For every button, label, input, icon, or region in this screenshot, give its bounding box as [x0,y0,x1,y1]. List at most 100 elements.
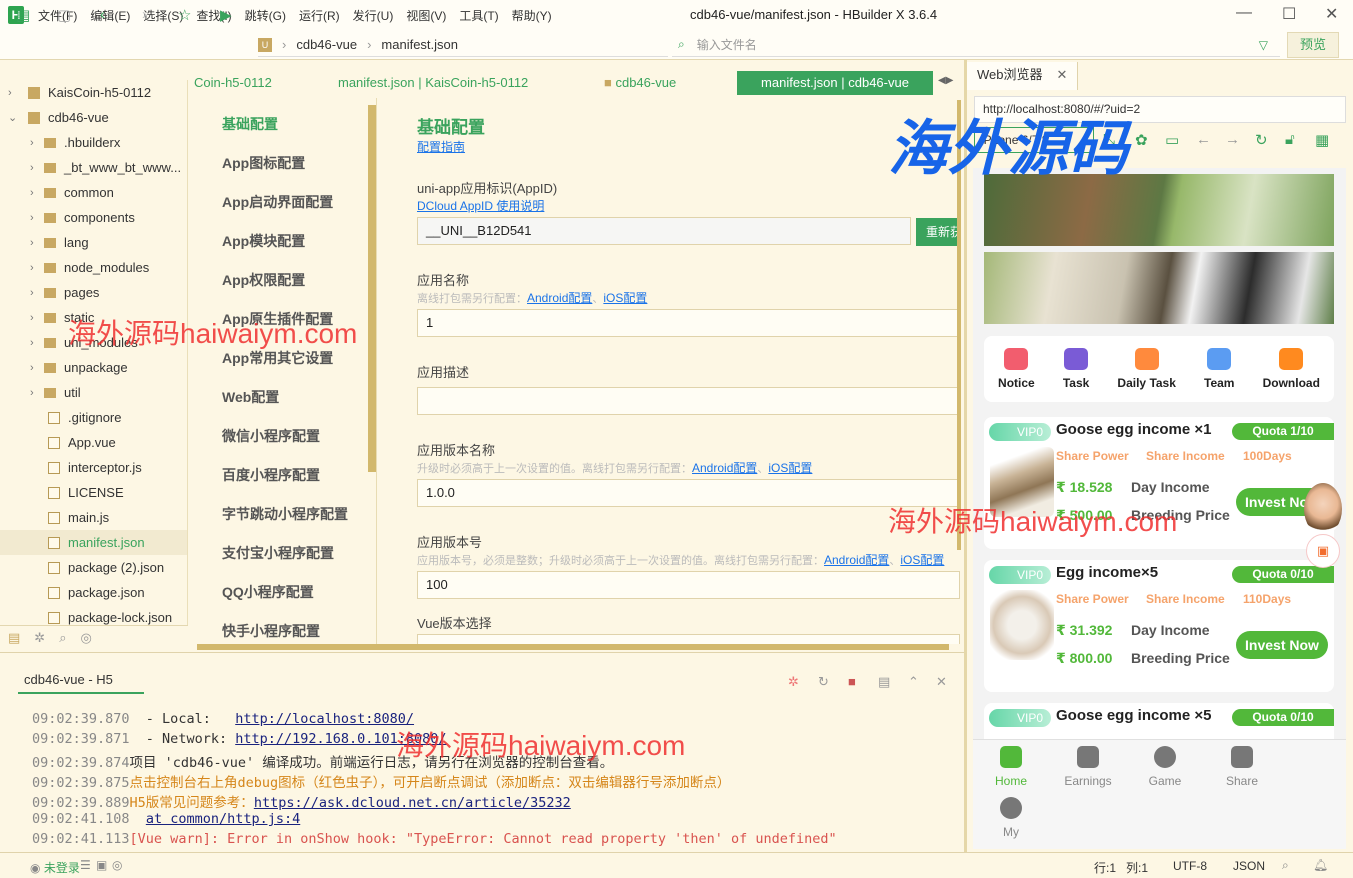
tree-item[interactable]: › lang [0,230,187,255]
customer-service-avatar[interactable] [1304,483,1342,535]
settings-nav-item[interactable]: 微信小程序配置 [197,417,367,456]
gift-box-icon[interactable]: ▣ [1306,534,1340,568]
menu-item[interactable]: 运行(R) [299,7,340,24]
horizontal-scrollbar[interactable] [197,644,949,650]
quick-menu-item[interactable]: Daily Task [1117,348,1176,390]
close-tab-icon[interactable]: ✕ [1057,67,1068,82]
back-icon[interactable]: ← [1196,131,1211,148]
maximize-button[interactable]: ☐ [1282,4,1296,24]
save-icon[interactable]: ▢ [57,6,71,24]
tree-item[interactable]: › util [0,380,187,405]
tree-item[interactable]: › KaisCoin-h5-0112 [0,80,187,105]
log-link[interactable]: http://192.168.0.101:8080/ [235,731,446,747]
settings-nav-item[interactable]: App启动界面配置 [197,183,367,222]
tab-manifest-cdb46-active[interactable]: manifest.json | cdb46-vue [737,71,933,95]
tree-item[interactable]: › components [0,205,187,230]
settings-nav-item[interactable]: QQ小程序配置 [197,573,367,612]
tab-web-browser[interactable]: Web浏览器 ✕ [967,62,1078,90]
menu-item[interactable]: 发行(U) [353,7,394,24]
chevron-icon[interactable]: ⌄ [8,111,22,124]
vertical-scrollbar[interactable] [957,100,961,550]
settings-icon[interactable]: ✿ [1135,131,1148,149]
tab-share[interactable]: Share [1212,742,1272,788]
ios-config-link[interactable]: iOS配置 [900,553,944,567]
tab-home[interactable]: Home [981,742,1041,788]
guide-link[interactable]: 配置指南 [417,140,465,154]
settings-nav-item[interactable]: App原生插件配置 [197,300,367,339]
tree-item[interactable]: App.vue [0,430,187,455]
settings-nav-item[interactable]: App常用其它设置 [197,339,367,378]
language-mode[interactable]: JSON [1233,859,1265,873]
file-search-input[interactable]: ⌕ 输入文件名 ▽ [672,33,1280,57]
plugin-icon[interactable]: ◎ [112,858,122,872]
renew-appid-button[interactable]: 重新获取 [916,218,960,246]
search-view-icon[interactable]: ⌕ [59,630,66,646]
settings-nav-item[interactable]: 字节跳动小程序配置 [197,495,367,534]
chevron-icon[interactable]: › [30,162,44,174]
tree-item[interactable]: › uni_modules [0,330,187,355]
collapse-icon[interactable]: ⌃ [908,674,919,690]
tree-item[interactable]: interceptor.js [0,455,187,480]
debug-bug-icon[interactable]: ✲ [788,674,799,690]
project-view-icon[interactable]: ▤ [8,630,20,646]
url-input[interactable]: http://localhost:8080/#/?uid=2 [974,96,1346,123]
banner-image-sheep-cows[interactable] [984,252,1334,324]
settings-nav-item[interactable]: App模块配置 [197,222,367,261]
rotate-icon[interactable]: ⤡ [1103,131,1115,148]
appid-field[interactable]: __UNI__B12D541 [417,217,911,245]
terminal-icon[interactable]: ▣ [96,858,107,872]
quick-menu-item[interactable]: Download [1263,348,1320,390]
lock-icon[interactable]: 🔓︎ [1285,131,1295,148]
version-code-field[interactable]: 100 [417,571,960,599]
breadcrumb-project[interactable]: cdb46-vue [296,37,357,52]
tree-item[interactable]: LICENSE [0,480,187,505]
console-tab[interactable]: cdb46-vue - H5 [18,672,144,694]
chevron-icon[interactable]: › [30,387,44,399]
log-link[interactable]: https://ask.dcloud.net.cn/article/35232 [254,795,571,811]
tree-item[interactable]: › pages [0,280,187,305]
breadcrumb-file[interactable]: manifest.json [381,37,458,52]
settings-nav-item[interactable]: App权限配置 [197,261,367,300]
tree-item[interactable]: › node_modules [0,255,187,280]
tree-item[interactable]: ⌄ cdb46-vue [0,105,187,130]
device-select[interactable]: iPhone 6/7/8 [974,127,1094,153]
app-name-field[interactable]: 1 [417,309,960,337]
close-console-icon[interactable]: ✕ [936,674,947,690]
preview-button[interactable]: 预览 [1287,32,1339,58]
tree-item[interactable]: package (2).json [0,555,187,580]
tree-item[interactable]: › static [0,305,187,330]
tab-manifest-kaiscoin[interactable]: manifest.json | KaisCoin-h5-0112 [338,75,528,90]
quick-menu-item[interactable]: Notice [998,348,1035,390]
ios-config-link[interactable]: iOS配置 [768,461,812,475]
ios-config-link[interactable]: iOS配置 [603,291,647,305]
invest-now-button[interactable]: Invest Now [1236,631,1328,659]
chevron-icon[interactable]: › [30,137,44,149]
chevron-icon[interactable]: › [30,237,44,249]
debug-icon[interactable]: ✲ [34,630,45,646]
menu-item[interactable]: 帮助(Y) [512,7,552,24]
new-file-icon[interactable]: ▤ [16,6,30,24]
tree-item[interactable]: › common [0,180,187,205]
plugin-icon[interactable]: ◎ [80,630,91,646]
settings-nav-item[interactable]: Web配置 [197,378,367,417]
tree-item[interactable]: › .hbuilderx [0,130,187,155]
log-link[interactable]: at common/http.js:4 [146,811,300,827]
qrcode-icon[interactable]: ▦ [1315,131,1329,149]
tab-kaiscoin-project[interactable]: Coin-h5-0112 [194,75,272,90]
star-icon[interactable]: ☆ [178,6,191,24]
tab-scroll-arrows[interactable]: ◀▶ [938,75,953,86]
chevron-icon[interactable]: › [30,187,44,199]
forward-icon[interactable]: → [1225,131,1240,148]
console-icon[interactable]: ▭ [1165,131,1179,149]
version-name-field[interactable]: 1.0.0 [417,479,960,507]
encoding[interactable]: UTF-8 [1173,859,1207,873]
tree-item[interactable]: › _bt_www_bt_www... [0,155,187,180]
chevron-icon[interactable]: › [30,262,44,274]
close-button[interactable]: ✕ [1325,4,1338,24]
tree-item[interactable]: › unpackage [0,355,187,380]
tab-earnings[interactable]: Earnings [1058,742,1118,788]
android-config-link[interactable]: Android配置 [692,461,757,475]
restart-icon[interactable]: ↻ [818,674,829,690]
tree-item[interactable]: .gitignore [0,405,187,430]
chevron-icon[interactable]: › [30,337,44,349]
